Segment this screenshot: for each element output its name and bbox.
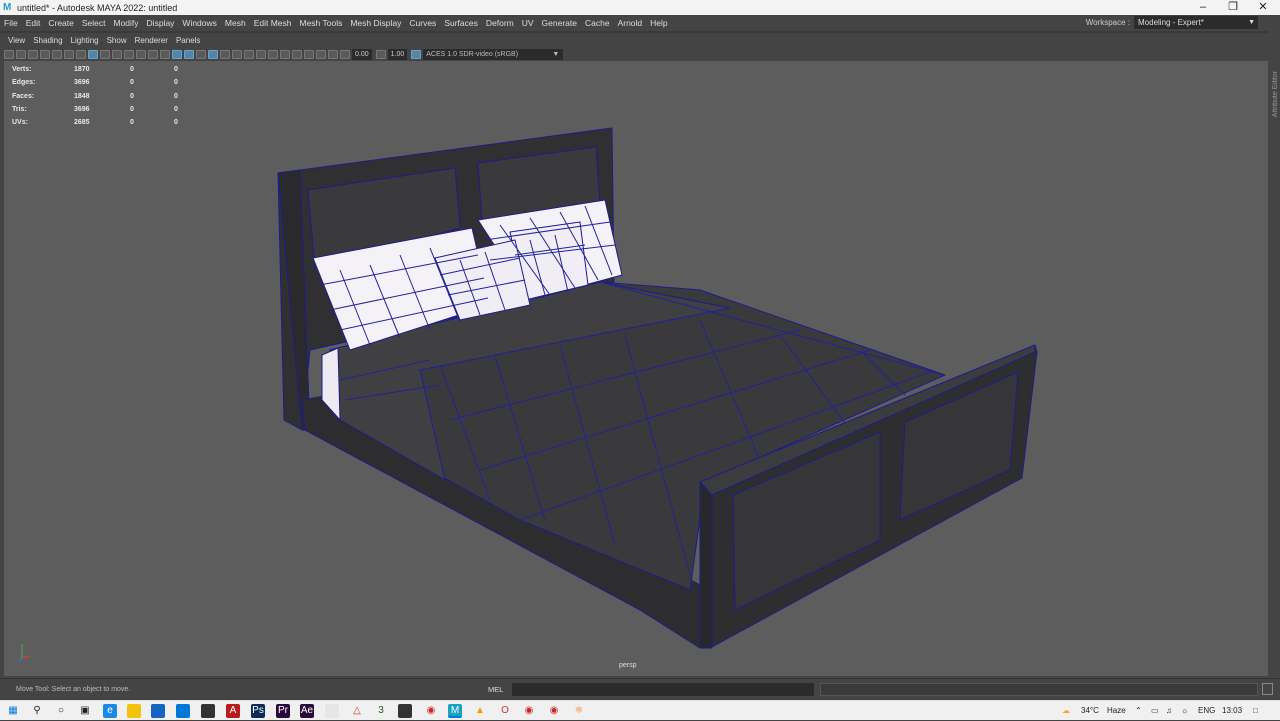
volume-icon[interactable]: ♫ [1166, 701, 1172, 721]
command-line-input[interactable] [512, 683, 814, 696]
view-axis-icon [18, 644, 31, 663]
store-icon[interactable] [151, 704, 165, 718]
edge-icon[interactable]: e [103, 704, 117, 718]
photoshop-icon[interactable]: Ps [251, 704, 265, 718]
clock[interactable]: 13:03 [1222, 701, 1242, 721]
app-icon[interactable]: ▲ [473, 704, 487, 718]
chrome-icon[interactable]: ◉ [522, 704, 536, 718]
opera-icon[interactable]: O [498, 704, 512, 718]
wifi-icon[interactable]: ☼ [1181, 701, 1188, 721]
camera-name-label: persp [619, 662, 637, 669]
app-icon[interactable] [325, 704, 339, 718]
language-indicator[interactable]: ENG [1198, 701, 1215, 721]
app-icon[interactable] [201, 704, 215, 718]
app-icon[interactable]: △ [350, 704, 364, 718]
task-view-icon[interactable]: ▣ [78, 704, 92, 718]
help-line-message: Move Tool: Select an object to move. [16, 686, 131, 693]
app-icon[interactable] [398, 704, 412, 718]
after-effects-icon[interactable]: Ae [300, 704, 314, 718]
file-explorer-icon[interactable] [127, 704, 141, 718]
notification-icon[interactable]: □ [1253, 701, 1258, 721]
footboard-post [699, 481, 713, 649]
chrome-icon[interactable]: ◉ [547, 704, 561, 718]
app-icon[interactable]: 3 [374, 704, 388, 718]
maya-icon[interactable]: M [448, 704, 462, 718]
mail-icon[interactable] [176, 704, 190, 718]
cortana-icon[interactable]: ○ [54, 704, 68, 718]
tray-chevron-icon[interactable]: ⌃ [1135, 701, 1142, 721]
chrome-icon[interactable]: ◉ [424, 704, 438, 718]
premiere-icon[interactable]: Pr [276, 704, 290, 718]
help-line: Move Tool: Select an object to move. MEL [0, 678, 1280, 700]
windows-start-icon[interactable]: ▦ [6, 704, 20, 718]
network-icon[interactable]: ▭ [1151, 701, 1159, 721]
script-editor-icon[interactable] [1262, 683, 1273, 695]
bed-model[interactable] [0, 0, 1280, 720]
acrobat-icon[interactable]: A [226, 704, 240, 718]
command-line-result [820, 683, 1258, 696]
blender-icon[interactable]: ⚛ [572, 704, 586, 718]
windows-taskbar: ▦ ⚲ ○ ▣ e A Ps Pr Ae △ 3 ◉ M ▲ O ◉ ◉ ⚛ ☁… [0, 700, 1280, 720]
search-icon[interactable]: ⚲ [30, 704, 44, 718]
weather-text[interactable]: Haze [1107, 701, 1126, 721]
weather-temp[interactable]: 34°C [1081, 701, 1099, 721]
mel-language-button[interactable]: MEL [488, 685, 503, 694]
weather-icon: ☁ [1062, 706, 1070, 715]
